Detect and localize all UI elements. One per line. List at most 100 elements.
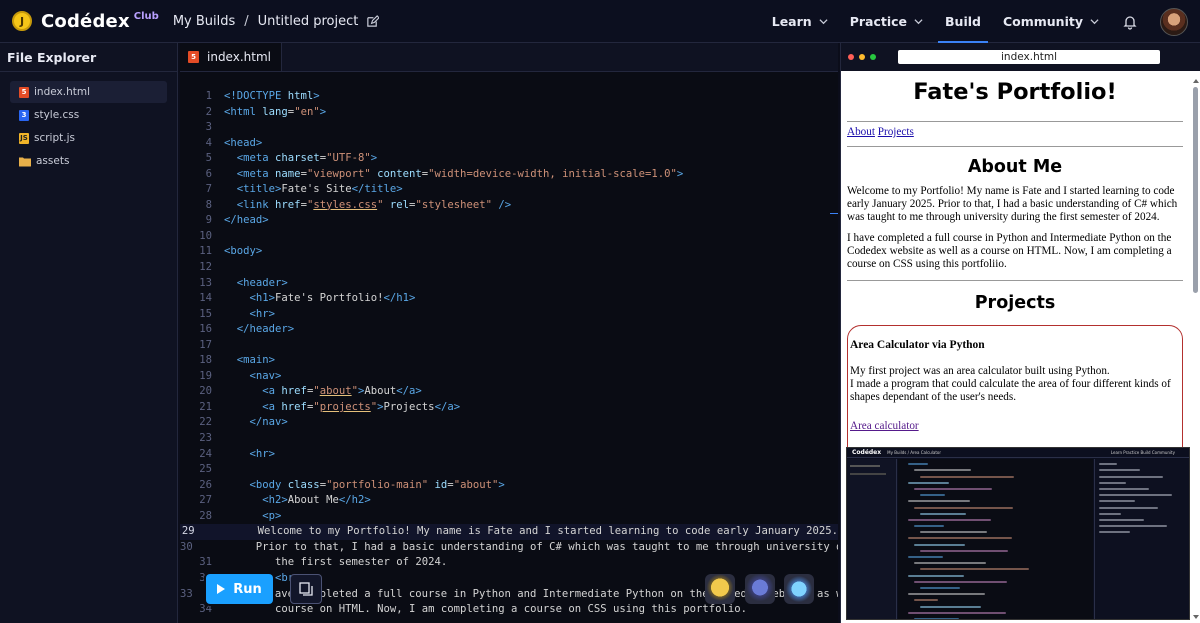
code-line[interactable]: 25 — [180, 462, 838, 478]
code-line[interactable]: 23 — [180, 431, 838, 447]
thumb-code-line — [914, 580, 1007, 583]
badge-duck-icon[interactable] — [705, 574, 735, 604]
thumb-nav: Learn Practice Build Community — [1110, 450, 1175, 455]
line-number: 24 — [199, 447, 212, 460]
preview-heading: Fate's Portfolio! — [913, 79, 1117, 105]
file-script-js[interactable]: JS script.js — [10, 127, 167, 149]
badge-wizard-icon[interactable] — [745, 574, 775, 604]
css-file-icon: 3 — [19, 109, 29, 121]
code-line[interactable]: 3 — [180, 120, 838, 136]
code-line[interactable]: 13 <header> — [180, 276, 838, 292]
project-link[interactable]: Area calculator — [850, 420, 919, 432]
code-line[interactable]: 11 <body> — [180, 244, 838, 260]
code-line[interactable]: 2 <html lang="en"> — [180, 105, 838, 121]
code-token: <h1> — [249, 292, 276, 305]
project-title[interactable]: Untitled project — [258, 14, 359, 29]
nav-build[interactable]: Build — [934, 0, 992, 43]
code-token: <meta — [236, 167, 276, 180]
copy-button[interactable] — [290, 574, 322, 604]
line-text: <html lang="en"> — [212, 105, 326, 121]
code-area[interactable]: 1 <!DOCTYPE html> 2 <html lang="en"> 3 4 <head… — [180, 89, 838, 618]
line-text: <h2>About Me</h2> — [212, 493, 370, 509]
code-line[interactable]: 14 <h1>Fate's Portfolio!</h1> — [180, 291, 838, 307]
breadcrumb-my-builds[interactable]: My Builds — [173, 14, 235, 29]
user-avatar[interactable] — [1160, 7, 1188, 36]
code-token: /> — [491, 198, 512, 211]
scroll-down-icon[interactable] — [1193, 615, 1199, 619]
code-token: "UTF-8" — [326, 152, 371, 165]
code-token: <header> — [236, 276, 288, 289]
thumb-sidebar — [847, 459, 897, 619]
minimize-dot-icon — [859, 54, 865, 60]
code-line[interactable]: 16 </header> — [180, 322, 838, 338]
codedex-logo[interactable]: J Codédex Club — [12, 11, 159, 32]
code-line[interactable]: 9 </head> — [180, 213, 838, 229]
code-line[interactable]: 15 <hr> — [180, 307, 838, 323]
file-name: script.js — [34, 132, 75, 144]
line-number: 18 — [199, 354, 212, 367]
code-line[interactable]: 7 <title>Fate's Site</title> — [180, 182, 838, 198]
code-line[interactable]: 8 <link href="styles.css" rel="styleshee… — [180, 198, 838, 214]
file-style-css[interactable]: 3 style.css — [10, 104, 167, 126]
line-number: 23 — [199, 432, 212, 445]
code-line[interactable]: 26 <body class="portfolio-main" id="abou… — [180, 478, 838, 494]
code-token: </a> — [434, 400, 461, 413]
folder-assets[interactable]: assets — [10, 150, 167, 172]
code-line[interactable]: 6 <meta name="viewport" content="width=d… — [180, 167, 838, 183]
code-line[interactable]: 31 the first semester of 2024. — [180, 555, 838, 571]
code-line[interactable]: 28 <p> — [180, 509, 838, 525]
scroll-up-icon[interactable] — [1193, 79, 1199, 83]
line-text: <a href="about">About</a> — [212, 384, 422, 400]
edit-icon[interactable] — [366, 14, 380, 28]
code-line[interactable]: 24 <hr> — [180, 447, 838, 463]
badge-crystal-icon[interactable] — [784, 574, 814, 604]
code-line[interactable]: 12 — [180, 260, 838, 276]
code-line[interactable]: 17 — [180, 338, 838, 354]
code-token: </header> — [236, 323, 295, 336]
bell-icon[interactable] — [1122, 14, 1138, 30]
line-text: <body> — [212, 244, 262, 260]
thumb-terminal — [1094, 459, 1189, 619]
code-line[interactable]: 5 <meta charset="UTF-8"> — [180, 151, 838, 167]
code-line[interactable]: 4 <head> — [180, 136, 838, 152]
code-line[interactable]: 21 <a href="projects">Projects</a> — [180, 400, 838, 416]
code-token: charset — [275, 152, 320, 165]
code-line[interactable]: 29 Welcome to my Portfolio! My name is F… — [180, 524, 838, 540]
code-line[interactable]: 34 course on HTML. Now, I am completing … — [180, 602, 838, 618]
thumb-terminal-line — [1099, 463, 1117, 466]
code-line[interactable]: 1 <!DOCTYPE html> — [180, 89, 838, 105]
project-desc-line-2: I made a program that could calculate th… — [850, 377, 1171, 403]
file-index-html[interactable]: 5 index.html — [10, 81, 167, 103]
thumb-code-line — [908, 500, 970, 503]
nav-practice[interactable]: Practice — [839, 0, 934, 43]
preview-scrollbar[interactable] — [1193, 87, 1198, 293]
nav-build-label: Build — [945, 14, 981, 29]
code-line[interactable]: 32 <br> — [180, 571, 838, 587]
thumb-terminal-line — [1099, 518, 1144, 521]
code-line[interactable]: 20 <a href="about">About</a> — [180, 384, 838, 400]
code-line[interactable]: 22 </nav> — [180, 415, 838, 431]
code-token: > — [319, 105, 327, 118]
code-line[interactable]: 19 <nav> — [180, 369, 838, 385]
nav-learn[interactable]: Learn — [761, 0, 839, 43]
code-line[interactable]: 30 Prior to that, I had a basic understa… — [180, 540, 838, 556]
tab-index-html[interactable]: 5 index.html — [180, 43, 282, 71]
nav-community[interactable]: Community — [992, 0, 1110, 43]
line-number: 7 — [205, 183, 212, 196]
code-line[interactable]: 27 <h2>About Me</h2> — [180, 493, 838, 509]
preview-window-bar: index.html — [841, 43, 1200, 71]
editor-scroll-indicator — [830, 213, 838, 214]
code-line[interactable]: 18 <main> — [180, 353, 838, 369]
line-text: <head> — [212, 136, 262, 152]
preview-url-bar[interactable]: index.html — [898, 50, 1160, 64]
link-about[interactable]: About — [847, 126, 875, 138]
code-line[interactable]: 33 I have completed a full course in Pyt… — [180, 587, 838, 603]
link-projects[interactable]: Projects — [878, 126, 914, 138]
code-line[interactable]: 10 — [180, 229, 838, 245]
run-button[interactable]: Run — [206, 574, 273, 604]
